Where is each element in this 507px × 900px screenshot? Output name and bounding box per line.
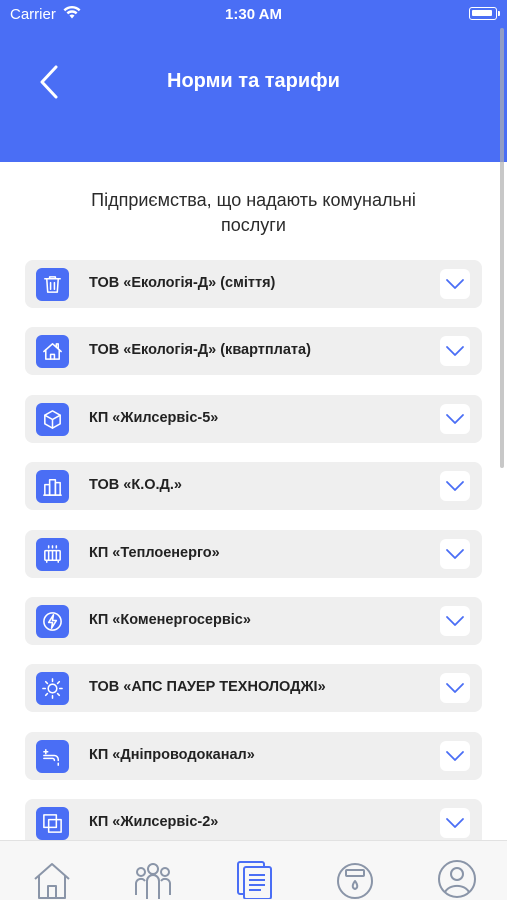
chevron-down-icon (446, 279, 464, 289)
page-title: Норми та тарифи (167, 70, 340, 92)
list-item-label: КП «Дніпроводоканал» (89, 746, 255, 763)
list-item[interactable]: ТОВ «Екологія-Д» (сміття) (25, 260, 482, 308)
expand-button[interactable] (440, 336, 470, 367)
list-item-label: ТОВ «АПС ПАУЕР ТЕХНОЛОДЖІ» (89, 679, 326, 696)
meter-icon (337, 863, 373, 899)
expand-button[interactable] (440, 269, 470, 299)
sun-icon (36, 672, 69, 706)
list-item[interactable]: КП «Теплоенерго» (25, 529, 482, 578)
expand-button[interactable] (440, 538, 470, 569)
expand-button[interactable] (440, 808, 470, 839)
radiator-icon (36, 537, 69, 571)
section-subtitle: Підприємства, що надають комунальні посл… (91, 190, 416, 235)
expand-button[interactable] (440, 605, 470, 636)
trash-icon (36, 268, 69, 301)
battery-icon (469, 7, 500, 20)
tab-meter[interactable] (335, 859, 375, 899)
list-item[interactable]: КП «Коменергосервіс» (25, 596, 482, 645)
house-icon (36, 335, 69, 369)
status-bar: Carrier 1:30 AM (0, 0, 507, 28)
chevron-down-icon (446, 346, 464, 357)
expand-button[interactable] (440, 403, 470, 434)
expand-button[interactable] (440, 740, 470, 771)
list-item-label: ТОВ «Екологія-Д» (квартплата) (89, 342, 311, 359)
list-item[interactable]: КП «Дніпроводоканал» (25, 731, 482, 780)
buildings-icon (36, 470, 69, 504)
status-time: 1:30 AM (225, 6, 282, 23)
provider-list: ТОВ «Екологія-Д» (сміття) ТОВ «Екологія-… (25, 260, 482, 867)
scrollbar[interactable] (500, 28, 504, 468)
list-item-label: КП «Коменергосервіс» (89, 611, 251, 628)
list-item-label: ТОВ «Екологія-Д» (сміття) (89, 275, 276, 291)
tab-people[interactable] (133, 859, 173, 899)
squares-icon (36, 807, 69, 841)
list-item-label: КП «Жилсервіс-2» (89, 814, 219, 831)
chevron-down-icon (446, 818, 464, 829)
tab-bar (0, 840, 507, 900)
tab-profile[interactable] (437, 859, 477, 899)
faucet-icon (36, 739, 69, 773)
list-item-label: ТОВ «К.О.Д.» (89, 477, 182, 494)
expand-button[interactable] (440, 471, 470, 502)
list-item[interactable]: КП «Жилсервіс-5» (25, 394, 482, 443)
box-icon (36, 402, 69, 436)
documents-icon (237, 861, 272, 900)
list-item-label: КП «Жилсервіс-5» (89, 409, 219, 426)
home-icon (34, 863, 70, 899)
chevron-down-icon (446, 616, 464, 626)
chevron-down-icon (446, 683, 464, 694)
chevron-down-icon (446, 750, 464, 761)
tab-documents[interactable] (235, 859, 275, 900)
lightning-icon (36, 604, 69, 638)
chevron-down-icon (446, 548, 464, 559)
list-item[interactable]: ТОВ «К.О.Д.» (25, 462, 482, 511)
people-icon (135, 863, 171, 899)
list-item-label: КП «Теплоенерго» (89, 544, 220, 561)
list-item[interactable]: ТОВ «Екологія-Д» (квартплата) (25, 327, 482, 376)
chevron-down-icon (446, 481, 464, 492)
tab-home[interactable] (32, 859, 72, 899)
expand-button[interactable] (440, 673, 470, 704)
profile-icon (438, 860, 476, 898)
list-item[interactable]: ТОВ «АПС ПАУЕР ТЕХНОЛОДЖІ» (25, 664, 482, 713)
chevron-down-icon (446, 413, 464, 424)
